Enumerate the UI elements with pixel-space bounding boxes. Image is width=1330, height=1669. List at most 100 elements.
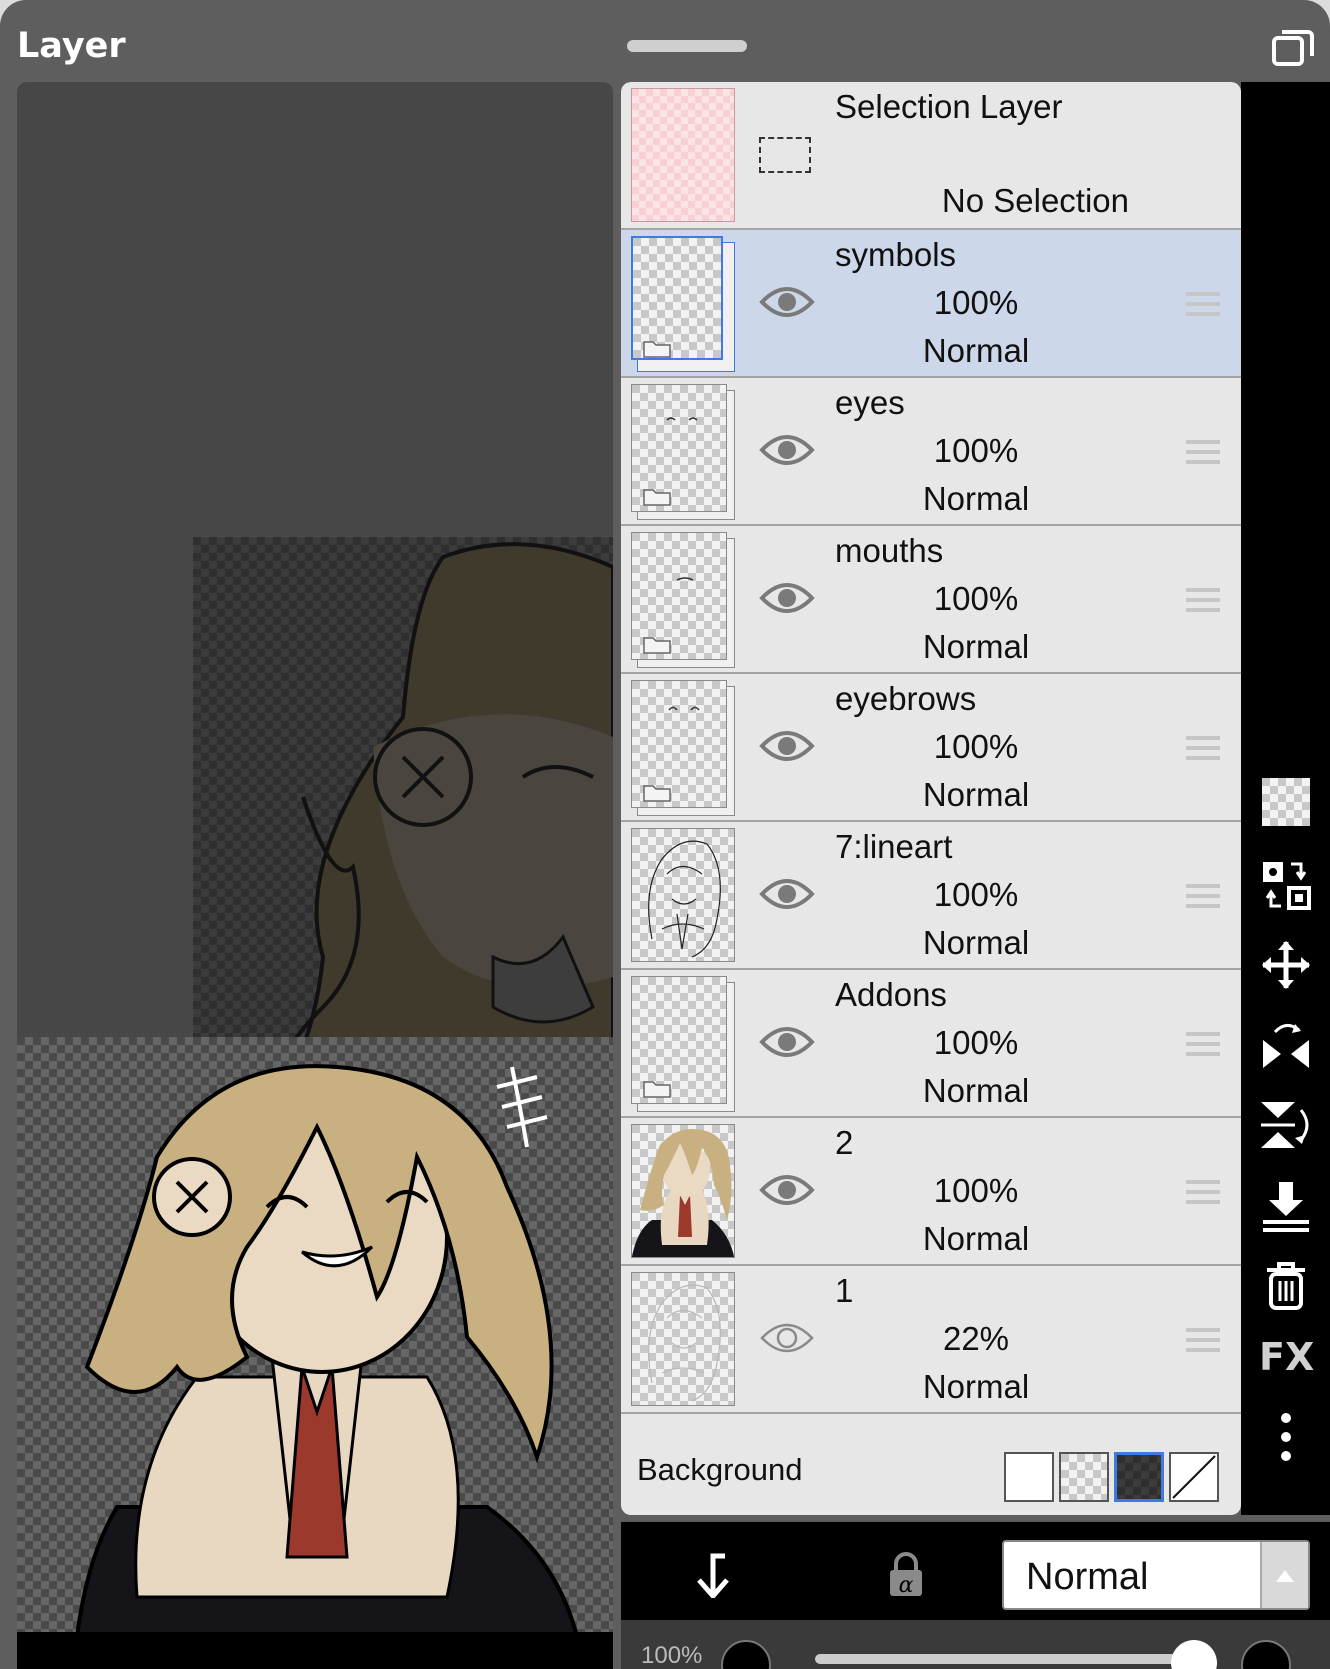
move-icon[interactable] <box>1259 938 1313 992</box>
layer-thumbnail <box>631 236 735 372</box>
layer-blend-mode: Normal <box>922 924 1030 961</box>
layer-opacity: 22% <box>942 1320 1010 1357</box>
blend-mode-arrow-icon[interactable] <box>1260 1542 1308 1608</box>
layer-thumbnail <box>631 976 735 1112</box>
trash-icon[interactable] <box>1259 1258 1313 1312</box>
flip-horizontal-icon[interactable] <box>1259 1018 1313 1072</box>
layer-thumbnail <box>631 828 735 962</box>
window-title: Layer <box>17 26 126 66</box>
background-none-swatch[interactable] <box>1169 1452 1219 1502</box>
opacity-slider-thumb[interactable] <box>1171 1640 1217 1669</box>
layer-blend-mode: Normal <box>922 1072 1030 1109</box>
layer-name: symbols <box>835 236 957 273</box>
eye-icon[interactable] <box>759 1022 815 1062</box>
svg-text:α: α <box>899 1573 914 1598</box>
layer-blend-mode: Normal <box>922 332 1030 369</box>
layer-bottom-bar: α Normal 100% <box>621 1522 1330 1669</box>
preview-toolbar[interactable] <box>17 1632 613 1669</box>
canvas-preview[interactable] <box>17 82 613 1669</box>
folder-icon <box>643 637 671 654</box>
marquee-selection-icon <box>759 137 811 173</box>
background-row: Background <box>621 1432 1241 1515</box>
layer-name: Addons <box>835 976 947 1013</box>
folder-icon <box>643 785 671 802</box>
layer-row[interactable]: eyebrows 100% Normal <box>621 674 1241 822</box>
drag-handle-icon[interactable] <box>1184 438 1222 466</box>
drag-handle-icon[interactable] <box>1184 734 1222 762</box>
selection-status: No Selection <box>941 182 1129 219</box>
layer-opacity: 100% <box>933 1172 1019 1209</box>
folder-icon <box>643 1081 671 1098</box>
opacity-decrease-button[interactable] <box>721 1640 771 1669</box>
layer-thumbnail <box>631 1272 735 1406</box>
layer-thumbnail <box>631 532 735 668</box>
drag-handle-icon[interactable] <box>1184 586 1222 614</box>
layer-row[interactable]: eyes 100% Normal <box>621 378 1241 526</box>
artwork-thumbnail <box>17 1037 613 1639</box>
layer-list-panel: Selection Layer No Selection symbols 100… <box>621 82 1241 1515</box>
drag-handle-icon[interactable] <box>1184 1178 1222 1206</box>
layer-opacity: 100% <box>933 432 1019 469</box>
eye-icon[interactable] <box>759 1170 815 1210</box>
layer-row[interactable]: 1 22% Normal <box>621 1266 1241 1414</box>
selection-layer-thumbnail <box>631 88 735 222</box>
layer-name: 2 <box>835 1124 854 1161</box>
background-checker-swatch[interactable] <box>1059 1452 1109 1502</box>
blend-mode-value: Normal <box>1026 1556 1149 1598</box>
flip-vertical-icon[interactable] <box>1259 1098 1313 1152</box>
layer-thumbnail <box>631 1124 735 1258</box>
eye-icon[interactable] <box>759 430 815 470</box>
layer-name: eyebrows <box>835 680 977 717</box>
drag-handle-icon[interactable] <box>1184 1030 1222 1058</box>
layer-row[interactable]: Addons 100% Normal <box>621 970 1241 1118</box>
merge-down-icon[interactable] <box>1259 1178 1313 1232</box>
layer-opacity: 100% <box>933 1024 1019 1061</box>
layer-opacity: 100% <box>933 284 1019 321</box>
eye-icon[interactable] <box>759 282 815 322</box>
selection-layer-row[interactable]: Selection Layer No Selection <box>621 82 1241 230</box>
clipping-icon[interactable] <box>691 1552 735 1598</box>
layer-opacity: 100% <box>933 876 1019 913</box>
eye-icon[interactable] <box>759 874 815 914</box>
layer-blend-mode: Normal <box>922 628 1030 665</box>
layer-thumbnail <box>631 384 735 520</box>
layer-tools-strip: FX <box>1241 82 1330 1515</box>
layer-opacity: 100% <box>933 580 1019 617</box>
folder-icon <box>643 341 671 358</box>
layer-name: mouths <box>835 532 944 569</box>
eye-icon[interactable] <box>759 726 815 766</box>
opacity-label: 100% <box>641 1642 703 1669</box>
layer-thumbnail <box>631 680 735 816</box>
layer-row[interactable]: 2 100% Normal <box>621 1118 1241 1266</box>
layer-blend-mode: Normal <box>922 1220 1030 1257</box>
eye-icon[interactable] <box>759 1318 815 1358</box>
background-dark-checker-swatch[interactable] <box>1114 1452 1164 1502</box>
drag-handle-icon[interactable] <box>1184 882 1222 910</box>
layer-row[interactable]: 7:lineart 100% Normal <box>621 822 1241 970</box>
background-label: Background <box>637 1452 803 1487</box>
drag-handle-icon[interactable] <box>1184 1326 1222 1354</box>
layer-name: eyes <box>835 384 905 421</box>
selection-layer-name: Selection Layer <box>835 88 1063 125</box>
fx-icon[interactable]: FX <box>1259 1330 1314 1384</box>
zoomed-canvas-view <box>193 537 613 1119</box>
alpha-lock-icon[interactable]: α <box>886 1552 926 1598</box>
opacity-increase-button[interactable] <box>1241 1640 1291 1669</box>
layer-row[interactable]: symbols 100% Normal <box>621 230 1241 378</box>
layer-blend-mode: Normal <box>922 480 1030 517</box>
opacity-slider-row[interactable]: 100% <box>621 1620 1330 1669</box>
layer-blend-mode: Normal <box>922 1368 1030 1405</box>
eye-icon[interactable] <box>759 578 815 618</box>
window-mode-icon[interactable] <box>1268 22 1318 72</box>
drag-handle[interactable] <box>627 40 747 52</box>
layer-name: 1 <box>835 1272 854 1309</box>
swap-layers-icon[interactable] <box>1259 858 1313 912</box>
drag-handle-icon[interactable] <box>1184 290 1222 318</box>
background-white-swatch[interactable] <box>1004 1452 1054 1502</box>
opacity-slider-track[interactable] <box>815 1654 1195 1664</box>
more-icon[interactable] <box>1259 1410 1313 1464</box>
blend-mode-select[interactable]: Normal <box>1002 1540 1310 1610</box>
transparency-checker-icon[interactable] <box>1262 778 1310 826</box>
layer-window: Layer Selection Layer No Selection symbo… <box>0 0 1330 1669</box>
layer-row[interactable]: mouths 100% Normal <box>621 526 1241 674</box>
